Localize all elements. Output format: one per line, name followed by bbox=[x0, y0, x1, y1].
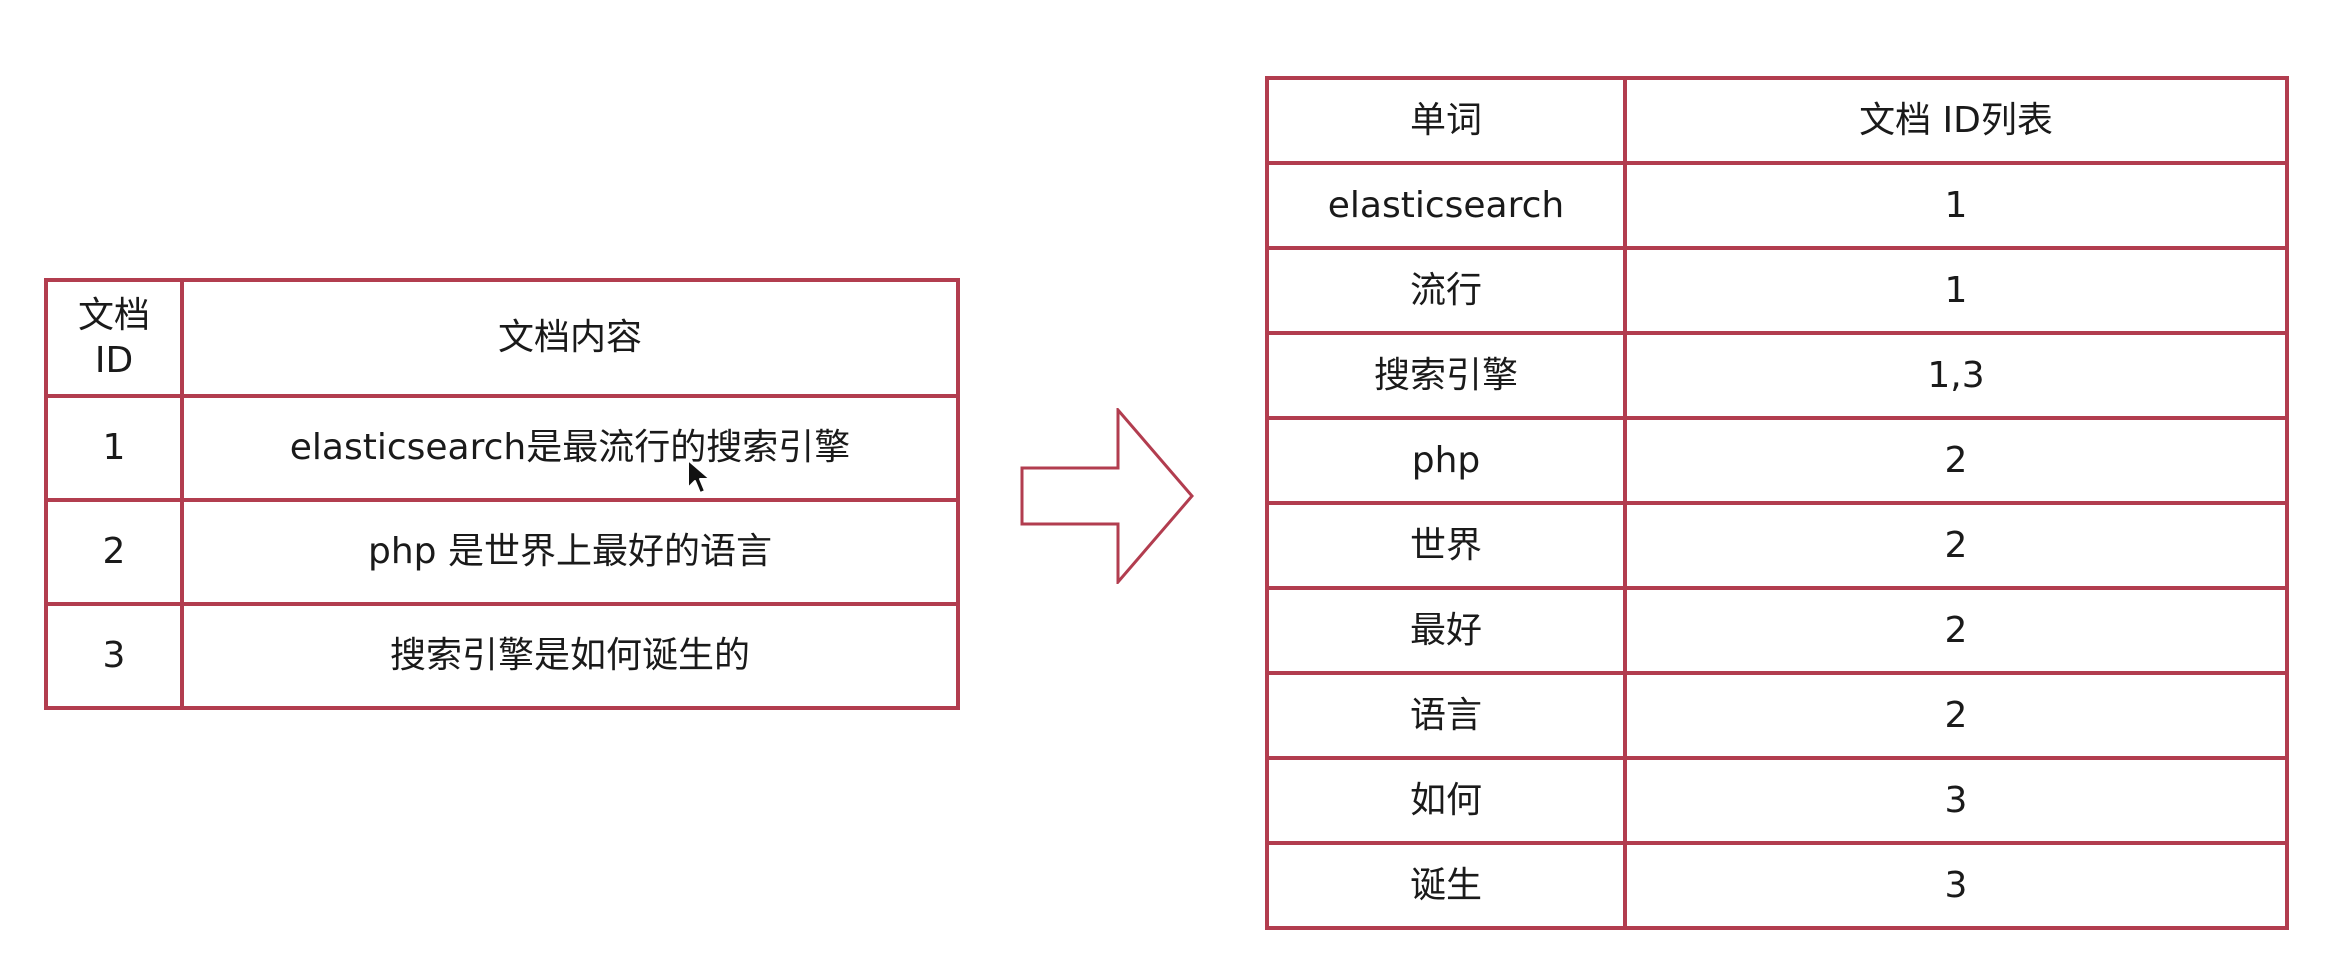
table-row: elasticsearch 1 bbox=[1265, 161, 2289, 250]
doc-content-cell: php 是世界上最好的语言 bbox=[180, 498, 960, 606]
doc-id-cell: 3 bbox=[44, 602, 184, 710]
table-row: 1 elasticsearch是最流行的搜索引擎 bbox=[44, 394, 960, 502]
doc-id-cell: 2 bbox=[44, 498, 184, 606]
term-cell: elasticsearch bbox=[1265, 161, 1627, 250]
doc-ids-cell: 2 bbox=[1623, 586, 2289, 675]
doc-id-header-line1: 文档 bbox=[77, 295, 150, 336]
doc-content-header: 文档内容 bbox=[180, 278, 960, 398]
doc-ids-cell: 3 bbox=[1623, 756, 2289, 845]
doc-content-cell: 搜索引擎是如何诞生的 bbox=[180, 602, 960, 710]
inverted-index-table: 单词 文档 ID列表 elasticsearch 1 流行 1 搜索引擎 1,3… bbox=[1265, 76, 2289, 930]
term-cell: 搜索引擎 bbox=[1265, 331, 1627, 420]
term-cell: 如何 bbox=[1265, 756, 1627, 845]
table-row: 流行 1 bbox=[1265, 246, 2289, 335]
table-row: php 2 bbox=[1265, 416, 2289, 505]
table-row: 搜索引擎 1,3 bbox=[1265, 331, 2289, 420]
doc-ids-cell: 1 bbox=[1623, 246, 2289, 335]
doc-ids-cell: 2 bbox=[1623, 501, 2289, 590]
table-row: 2 php 是世界上最好的语言 bbox=[44, 498, 960, 606]
documents-table: 文档 ID 文档内容 1 elasticsearch是最流行的搜索引擎 2 ph… bbox=[44, 278, 960, 710]
table-row: 3 搜索引擎是如何诞生的 bbox=[44, 602, 960, 710]
doc-ids-cell: 2 bbox=[1623, 416, 2289, 505]
table-row: 最好 2 bbox=[1265, 586, 2289, 675]
table-row: 诞生 3 bbox=[1265, 841, 2289, 930]
inverted-index-header: 单词 文档 ID列表 bbox=[1265, 76, 2289, 165]
doc-id-header: 文档 ID bbox=[44, 278, 184, 398]
term-cell: php bbox=[1265, 416, 1627, 505]
table-row: 语言 2 bbox=[1265, 671, 2289, 760]
table-row: 世界 2 bbox=[1265, 501, 2289, 590]
term-cell: 诞生 bbox=[1265, 841, 1627, 930]
doc-ids-header: 文档 ID列表 bbox=[1623, 76, 2289, 165]
documents-table-header: 文档 ID 文档内容 bbox=[44, 278, 960, 398]
doc-id-header-line2: ID bbox=[94, 340, 134, 381]
doc-ids-cell: 1 bbox=[1623, 161, 2289, 250]
doc-content-cell: elasticsearch是最流行的搜索引擎 bbox=[180, 394, 960, 502]
mouse-cursor-icon bbox=[687, 459, 711, 494]
doc-ids-cell: 1,3 bbox=[1623, 331, 2289, 420]
term-cell: 世界 bbox=[1265, 501, 1627, 590]
term-header: 单词 bbox=[1265, 76, 1627, 165]
table-row: 如何 3 bbox=[1265, 756, 2289, 845]
term-cell: 流行 bbox=[1265, 246, 1627, 335]
right-arrow-icon bbox=[1020, 408, 1194, 584]
doc-id-cell: 1 bbox=[44, 394, 184, 502]
doc-ids-cell: 3 bbox=[1623, 841, 2289, 930]
doc-ids-cell: 2 bbox=[1623, 671, 2289, 760]
term-cell: 最好 bbox=[1265, 586, 1627, 675]
term-cell: 语言 bbox=[1265, 671, 1627, 760]
